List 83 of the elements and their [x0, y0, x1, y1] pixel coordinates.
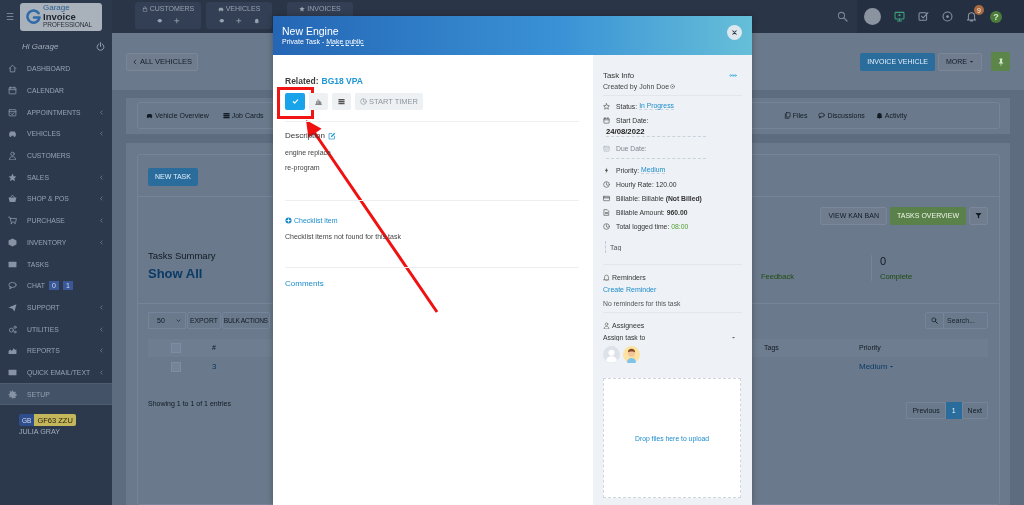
check-icon: [291, 98, 299, 105]
calendar-icon: [8, 86, 17, 96]
highlight-frame: [277, 87, 314, 119]
calendar-icon: [8, 107, 17, 117]
caret-icon: [731, 335, 736, 340]
complete-button[interactable]: [285, 93, 305, 110]
task-link[interactable]: 3: [212, 362, 217, 371]
clock-icon: [603, 180, 610, 188]
calendar-icon: [603, 116, 610, 124]
add-icon: [285, 217, 292, 224]
chevron-icon: [176, 317, 181, 323]
close-icon: [731, 29, 738, 36]
bell-icon: [875, 112, 883, 119]
plus-icon: [174, 18, 180, 24]
eye-icon: [156, 18, 162, 24]
document-icon: [603, 208, 610, 216]
clock-icon: [603, 222, 610, 230]
power-icon: [96, 41, 105, 51]
summary-title: Tasks Summary: [148, 249, 216, 261]
logo-text: Invoice: [43, 12, 76, 22]
files-icon: [783, 112, 791, 119]
user-icon: [8, 151, 17, 161]
section-title: Comments: [285, 279, 325, 288]
greeting: Hi Garage: [22, 41, 59, 51]
paper-plane-icon: [8, 302, 17, 312]
presentation-icon: [894, 11, 905, 22]
filter-button[interactable]: [969, 206, 988, 225]
edit-icon: [328, 131, 336, 140]
lock-icon: [141, 5, 148, 12]
menu-icon[interactable]: ☰: [6, 11, 15, 22]
chat-icon: [818, 112, 826, 119]
bell-icon: [966, 11, 977, 22]
compass-icon: [942, 11, 953, 22]
logo-text: Garage: [43, 4, 70, 13]
cart-icon: [8, 216, 17, 226]
car-icon: [146, 112, 153, 119]
checkbox-icon: [918, 11, 929, 22]
filter-link[interactable]: Show All: [148, 265, 216, 281]
help-button[interactable]: ?: [990, 10, 1002, 23]
clock-icon: [670, 84, 676, 89]
bar-chart-icon: [315, 98, 322, 105]
logo-icon: [26, 9, 41, 24]
bell-icon: [253, 18, 260, 24]
bell-icon: [603, 274, 610, 281]
pin-icon: [996, 57, 1005, 66]
star-icon: [8, 172, 17, 182]
eye-icon: [218, 18, 225, 24]
caret-icon: [889, 364, 895, 369]
list-icon: [338, 98, 345, 105]
chat-icon: [8, 281, 17, 291]
dialog-title: New Engine: [282, 25, 340, 37]
related-link[interactable]: BG18 VPA: [321, 76, 363, 86]
stat-value: 0: [880, 254, 888, 267]
home-icon: [8, 64, 17, 74]
search-icon: [837, 11, 848, 22]
gears-icon: [8, 324, 17, 334]
related-label: Related:: [285, 76, 319, 86]
checklist-button[interactable]: [332, 93, 351, 110]
calendar-icon: [603, 144, 610, 152]
card-icon: [8, 259, 17, 269]
star-icon: [299, 5, 306, 12]
chart-icon: [8, 346, 17, 356]
clock-icon: [359, 98, 367, 105]
car-icon: [217, 5, 224, 12]
pin-button[interactable]: [991, 52, 1010, 71]
statistics-button[interactable]: [309, 93, 328, 110]
car-icon: [8, 129, 17, 139]
box-icon: [8, 237, 17, 247]
star-icon: [603, 102, 610, 110]
close-button[interactable]: [727, 25, 742, 40]
credit-card-icon: [603, 194, 610, 202]
plus-icon: [236, 18, 242, 24]
caret-icon: [969, 59, 974, 64]
user-icon: [603, 322, 610, 329]
envelope-icon: [8, 367, 17, 377]
avatar[interactable]: [623, 346, 640, 363]
priority-dropdown[interactable]: Medium: [859, 362, 895, 371]
basket-icon: [8, 194, 17, 204]
list-icon: [222, 112, 230, 119]
filter-icon: [975, 212, 982, 219]
avatar[interactable]: [864, 8, 881, 25]
settings-icon: [8, 389, 17, 399]
bolt-icon: [603, 166, 610, 174]
